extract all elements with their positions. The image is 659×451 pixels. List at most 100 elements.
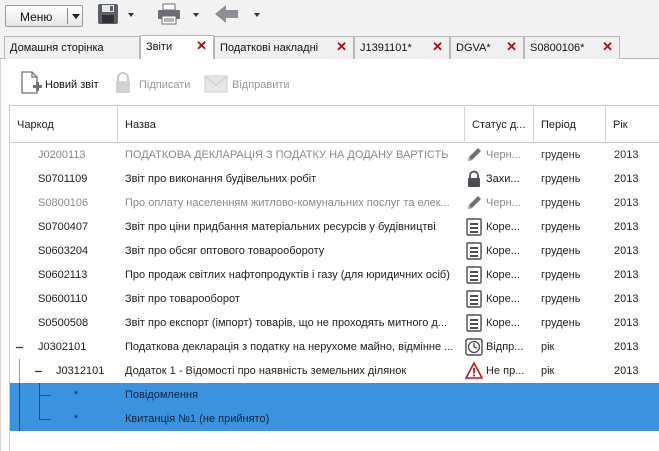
table-row-selected[interactable]: * Повідомлення xyxy=(10,383,659,407)
save-icon[interactable] xyxy=(97,3,119,28)
menu-button-label: Меню xyxy=(20,10,53,24)
tab-label: Звіти xyxy=(146,41,173,53)
cell-period: грудень xyxy=(541,317,581,329)
column-header-name[interactable]: Назва xyxy=(118,106,465,142)
reports-grid: Чаркод Назва Статус д... Період Рік J020… xyxy=(9,105,659,451)
tab-label: DGVA* xyxy=(456,42,491,54)
cell-name: ПОДАТКОВА ДЕКЛАРАЦІЯ З ПОДАТКУ НА ДОДАНУ… xyxy=(125,149,449,161)
envelope-icon xyxy=(204,75,228,96)
cell-period: рік xyxy=(541,365,555,377)
tab-home[interactable]: Домашня сторінка xyxy=(4,36,140,59)
table-row[interactable]: S0500508 Звіт про експорт (імпорт) товар… xyxy=(10,311,659,335)
table-row[interactable]: J0302101 Податкова декларація з податку … xyxy=(10,335,659,359)
table-row[interactable]: S0600110 Звіт про товарооборот Коре... г… xyxy=(10,287,659,311)
cell-code: S0603204 xyxy=(38,245,89,257)
menu-button-divider xyxy=(67,8,68,24)
tab-tax-invoices[interactable]: Податкові накладні ✕ xyxy=(214,36,354,59)
send-label: Відправити xyxy=(232,79,290,91)
grid-header: Чаркод Назва Статус д... Період Рік xyxy=(10,106,659,143)
table-row[interactable]: S0603204 Звіт про обсяг оптового товароо… xyxy=(10,239,659,263)
cell-name: Квитанція №1 (не прийнято) xyxy=(125,413,270,425)
close-icon[interactable]: ✕ xyxy=(336,40,347,53)
close-icon[interactable]: ✕ xyxy=(432,40,443,53)
column-header-label: Рік xyxy=(613,119,628,131)
table-row[interactable]: J0312101 Додаток 1 - Відомості про наявн… xyxy=(10,359,659,383)
cell-name: Повідомлення xyxy=(125,389,199,401)
new-report-button[interactable]: Новий звіт xyxy=(19,71,103,95)
send-button[interactable]: Відправити xyxy=(204,71,294,95)
cell-period: грудень xyxy=(541,197,581,209)
cell-status: Коре... xyxy=(486,221,520,233)
column-header-label: Назва xyxy=(125,119,156,131)
cell-code: S0602113 xyxy=(38,269,88,281)
cell-code: S0701109 xyxy=(38,173,88,185)
cell-status: Коре... xyxy=(486,293,520,305)
back-arrow-icon[interactable] xyxy=(214,3,240,28)
column-header-status[interactable]: Статус д... xyxy=(465,106,534,142)
cell-code: J0200113 xyxy=(38,149,86,161)
tab-reports[interactable]: Звіти ✕ xyxy=(140,35,214,59)
table-row[interactable]: J0200113 ПОДАТКОВА ДЕКЛАРАЦІЯ З ПОДАТКУ … xyxy=(10,143,659,167)
sign-button[interactable]: Підписати xyxy=(113,71,193,95)
print-dropdown-caret[interactable] xyxy=(193,13,199,17)
table-row-selected[interactable]: * Квитанція №1 (не прийнято) xyxy=(10,407,659,431)
pencil-icon xyxy=(465,146,483,167)
close-icon[interactable]: ✕ xyxy=(506,40,517,53)
cell-name: Звіт про ціни придбання матеріальних рес… xyxy=(125,221,436,233)
cell-code: S0500508 xyxy=(38,317,89,329)
cell-year: 2013 xyxy=(614,221,639,233)
column-header-label: Період xyxy=(541,119,576,131)
save-dropdown-caret[interactable] xyxy=(128,13,134,17)
cell-period: грудень xyxy=(541,293,581,305)
table-row[interactable]: S0701109 Звіт про виконання будівельних … xyxy=(10,167,659,191)
menu-button[interactable]: Меню xyxy=(5,5,83,27)
tab-label: J1391101* xyxy=(360,42,412,54)
sign-label: Підписати xyxy=(139,79,191,91)
column-header-year[interactable]: Рік xyxy=(606,106,659,142)
cell-name: Звіт про виконання будівельних робіт xyxy=(125,173,317,185)
document-icon xyxy=(465,218,483,239)
table-row[interactable]: S0602113 Про продаж світлих нафтопродукт… xyxy=(10,263,659,287)
cell-status: Черн... xyxy=(486,197,521,209)
lock-icon xyxy=(113,71,133,98)
column-header-code[interactable]: Чаркод xyxy=(10,106,118,142)
column-header-period[interactable]: Період xyxy=(534,106,606,142)
cell-status: Відпр... xyxy=(486,341,524,353)
tab-dgva[interactable]: DGVA* ✕ xyxy=(450,36,524,59)
tab-s0800106[interactable]: S0800106* ✕ xyxy=(524,36,620,59)
cell-status: Черн... xyxy=(486,149,521,161)
tab-j1391101[interactable]: J1391101* ✕ xyxy=(354,36,450,59)
back-dropdown-caret[interactable] xyxy=(254,13,260,17)
document-icon xyxy=(465,290,483,311)
action-bar: Новий звіт Підписати Відправити xyxy=(1,59,659,105)
collapse-toggle[interactable] xyxy=(15,343,24,352)
cell-period: грудень xyxy=(541,149,581,161)
cell-name: Про оплату населенням житлово-комунальни… xyxy=(125,197,450,209)
cell-code: J0302101 xyxy=(38,341,87,353)
cell-year: 2013 xyxy=(614,197,639,209)
close-icon[interactable]: ✕ xyxy=(602,40,613,53)
tree-connector xyxy=(39,395,51,396)
tab-label: Податкові накладні xyxy=(220,42,319,54)
cell-name: Звіт про товарооборот xyxy=(125,293,240,305)
tree-connector xyxy=(39,419,51,420)
top-toolbar: Меню xyxy=(0,0,659,34)
lock-icon xyxy=(465,170,483,191)
tree-connector xyxy=(39,407,40,419)
cell-name: Звіт про обсяг оптового товарообороту xyxy=(125,245,325,257)
cell-year: 2013 xyxy=(614,149,639,161)
chevron-down-icon[interactable] xyxy=(72,14,80,19)
cell-year: 2013 xyxy=(614,317,639,329)
table-row[interactable]: S0800106 Про оплату населенням житлово-к… xyxy=(10,191,659,215)
cell-year: 2013 xyxy=(614,245,639,257)
tree-connector xyxy=(19,383,20,407)
tree-connector xyxy=(19,359,20,383)
cell-period: грудень xyxy=(541,221,581,233)
print-icon[interactable] xyxy=(156,3,182,28)
collapse-toggle[interactable] xyxy=(34,367,43,376)
table-row[interactable]: S0700407 Звіт про ціни придбання матеріа… xyxy=(10,215,659,239)
close-icon[interactable]: ✕ xyxy=(196,39,207,52)
cell-name: Податкова декларація з податку на нерухо… xyxy=(125,341,454,353)
clock-icon xyxy=(465,338,483,359)
cell-status: Не пр... xyxy=(486,365,525,377)
